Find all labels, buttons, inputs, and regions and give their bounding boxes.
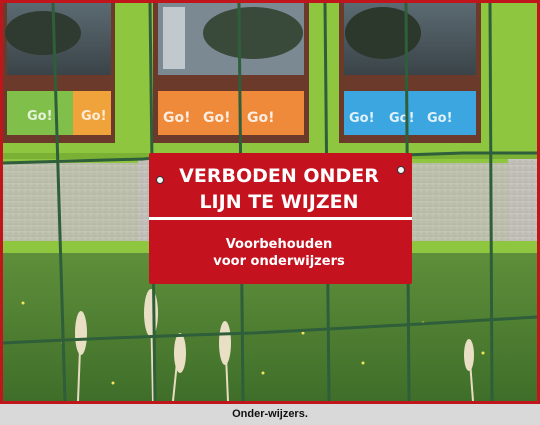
photo-frame: Go! Go! Go! Go! Go! Go! Go! Go! VERBODEN…	[0, 0, 540, 404]
poster-go-text: Go!	[427, 111, 453, 126]
window-left: Go! Go!	[3, 3, 115, 143]
sign-headline-line2: LIJN TE WIJZEN	[199, 191, 358, 213]
poster-go-text: Go!	[389, 111, 415, 126]
warning-sign: VERBODEN ONDER LIJN TE WIJZEN Voorbehoud…	[149, 153, 412, 284]
window-right: Go! Go! Go!	[339, 3, 481, 143]
sign-rivet	[156, 176, 164, 184]
poster-go-text: Go!	[27, 109, 53, 124]
poster-go-text: Go!	[163, 110, 191, 126]
photo-scene: Go! Go! Go! Go! Go! Go! Go! Go! VERBODEN…	[3, 3, 537, 401]
poster-go-text: Go!	[81, 109, 107, 124]
photo-caption: Onder-wijzers.	[232, 408, 308, 420]
poster-go-text: Go!	[349, 111, 375, 126]
sign-headline-line1: VERBODEN ONDER	[179, 165, 379, 187]
sign-rivet	[397, 166, 405, 174]
window-middle: Go! Go! Go!	[153, 3, 309, 143]
poster-go-text: Go!	[247, 110, 275, 126]
poster-go-text: Go!	[203, 110, 231, 126]
sign-subline-line1: Voorbehouden	[226, 237, 333, 252]
sign-subline-line2: voor onderwijzers	[213, 254, 345, 269]
sign-divider	[149, 217, 412, 220]
